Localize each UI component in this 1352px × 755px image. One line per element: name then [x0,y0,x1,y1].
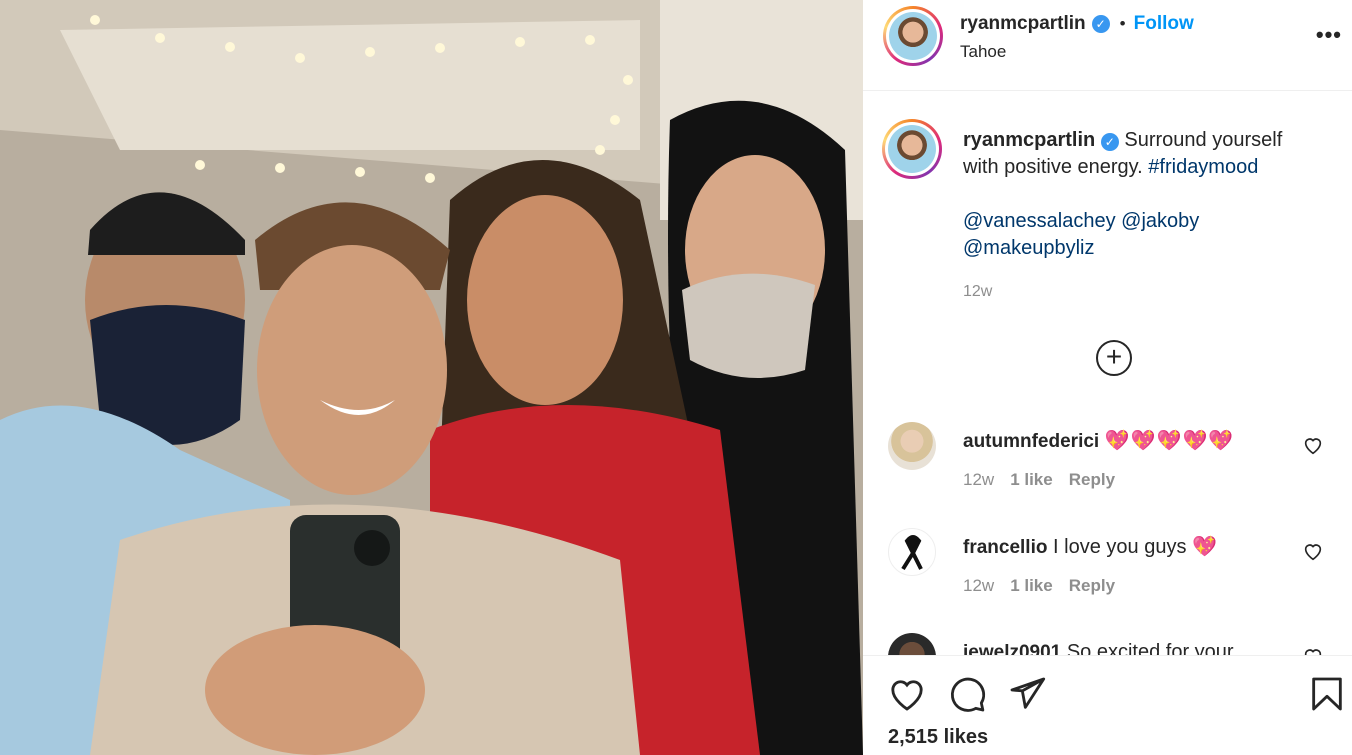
caption-mentions: @vanessalachey @jakoby @makeupbyliz [963,208,1313,262]
caption-avatar[interactable] [882,119,942,179]
author-username[interactable]: ryanmcpartlin [960,13,1086,35]
comment-body: So excited for your [1066,641,1234,655]
post-header: ryanmcpartlin ✓ • Follow Tahoe ••• [863,0,1352,91]
comment-text: autumnfederici 💖💖💖💖💖 [963,428,1293,455]
more-options-icon[interactable]: ••• [1316,22,1342,48]
comment-icon[interactable] [947,674,987,714]
comment-text: jewelz0901 So excited for your [963,639,1293,655]
mention-link[interactable]: @makeupbyliz [963,237,1094,259]
separator-dot: • [1119,14,1126,33]
commenter-username[interactable]: jewelz0901 [963,642,1061,655]
reply-button[interactable]: Reply [1069,470,1115,490]
paper-plane-icon[interactable] [1007,674,1047,714]
likes-count[interactable]: 2,515 likes [888,726,988,749]
commenter-avatar[interactable] [888,633,936,655]
comment-text: francellio I love you guys 💖 [963,534,1293,561]
author-avatar[interactable] [883,6,943,66]
author-line: ryanmcpartlin ✓ • Follow [960,13,1194,35]
ribbon-icon [901,535,923,571]
comments-list[interactable]: ryanmcpartlin ✓ Surround yourself with p… [863,92,1352,655]
heart-icon[interactable] [1302,540,1324,562]
verified-badge-icon: ✓ [1091,15,1110,33]
comment-item: jewelz0901 So excited for your [863,633,1352,655]
caption-text: ryanmcpartlin ✓ Surround yourself with p… [963,127,1313,181]
commenter-username[interactable]: francellio [963,537,1047,558]
heart-icon[interactable] [1302,645,1324,655]
comment-item: autumnfederici 💖💖💖💖💖 12w 1 like Reply [863,422,1352,522]
post-photo-illustration [0,0,863,755]
reply-button[interactable]: Reply [1069,576,1115,596]
comment-likes[interactable]: 1 like [1010,576,1053,596]
comment-timestamp[interactable]: 12w [963,576,994,596]
mention-link[interactable]: @jakoby [1121,210,1199,232]
heart-icon[interactable] [1302,434,1324,456]
comment-body: I love you guys [1053,536,1187,558]
commenter-avatar[interactable] [888,528,936,576]
plus-circle-icon[interactable]: + [1096,340,1132,376]
caption-timestamp[interactable]: 12w [963,283,992,301]
bookmark-icon[interactable] [1307,674,1347,714]
mention-link[interactable]: @vanessalachey [963,210,1116,232]
commenter-avatar[interactable] [888,422,936,470]
post-photo[interactable] [0,0,863,755]
comment-likes[interactable]: 1 like [1010,470,1053,490]
comment-meta: 12w 1 like Reply [963,576,1115,596]
comment-emoji: 💖💖💖💖💖 [1104,430,1235,452]
comment-emoji: 💖 [1192,536,1218,558]
commenter-username[interactable]: autumnfederici [963,431,1099,452]
verified-badge-icon: ✓ [1100,133,1119,151]
comment-timestamp[interactable]: 12w [963,470,994,490]
post-location[interactable]: Tahoe [960,42,1006,62]
post-side-panel: ryanmcpartlin ✓ • Follow Tahoe ••• ryanm… [863,0,1352,755]
post-actions-bar: 2,515 likes [863,655,1352,755]
caption-username[interactable]: ryanmcpartlin [963,129,1095,151]
heart-icon[interactable] [887,674,927,714]
follow-button[interactable]: Follow [1134,13,1194,35]
hashtag-link[interactable]: #fridaymood [1148,156,1258,178]
comment-item: francellio I love you guys 💖 12w 1 like … [863,528,1352,628]
comment-meta: 12w 1 like Reply [963,470,1115,490]
